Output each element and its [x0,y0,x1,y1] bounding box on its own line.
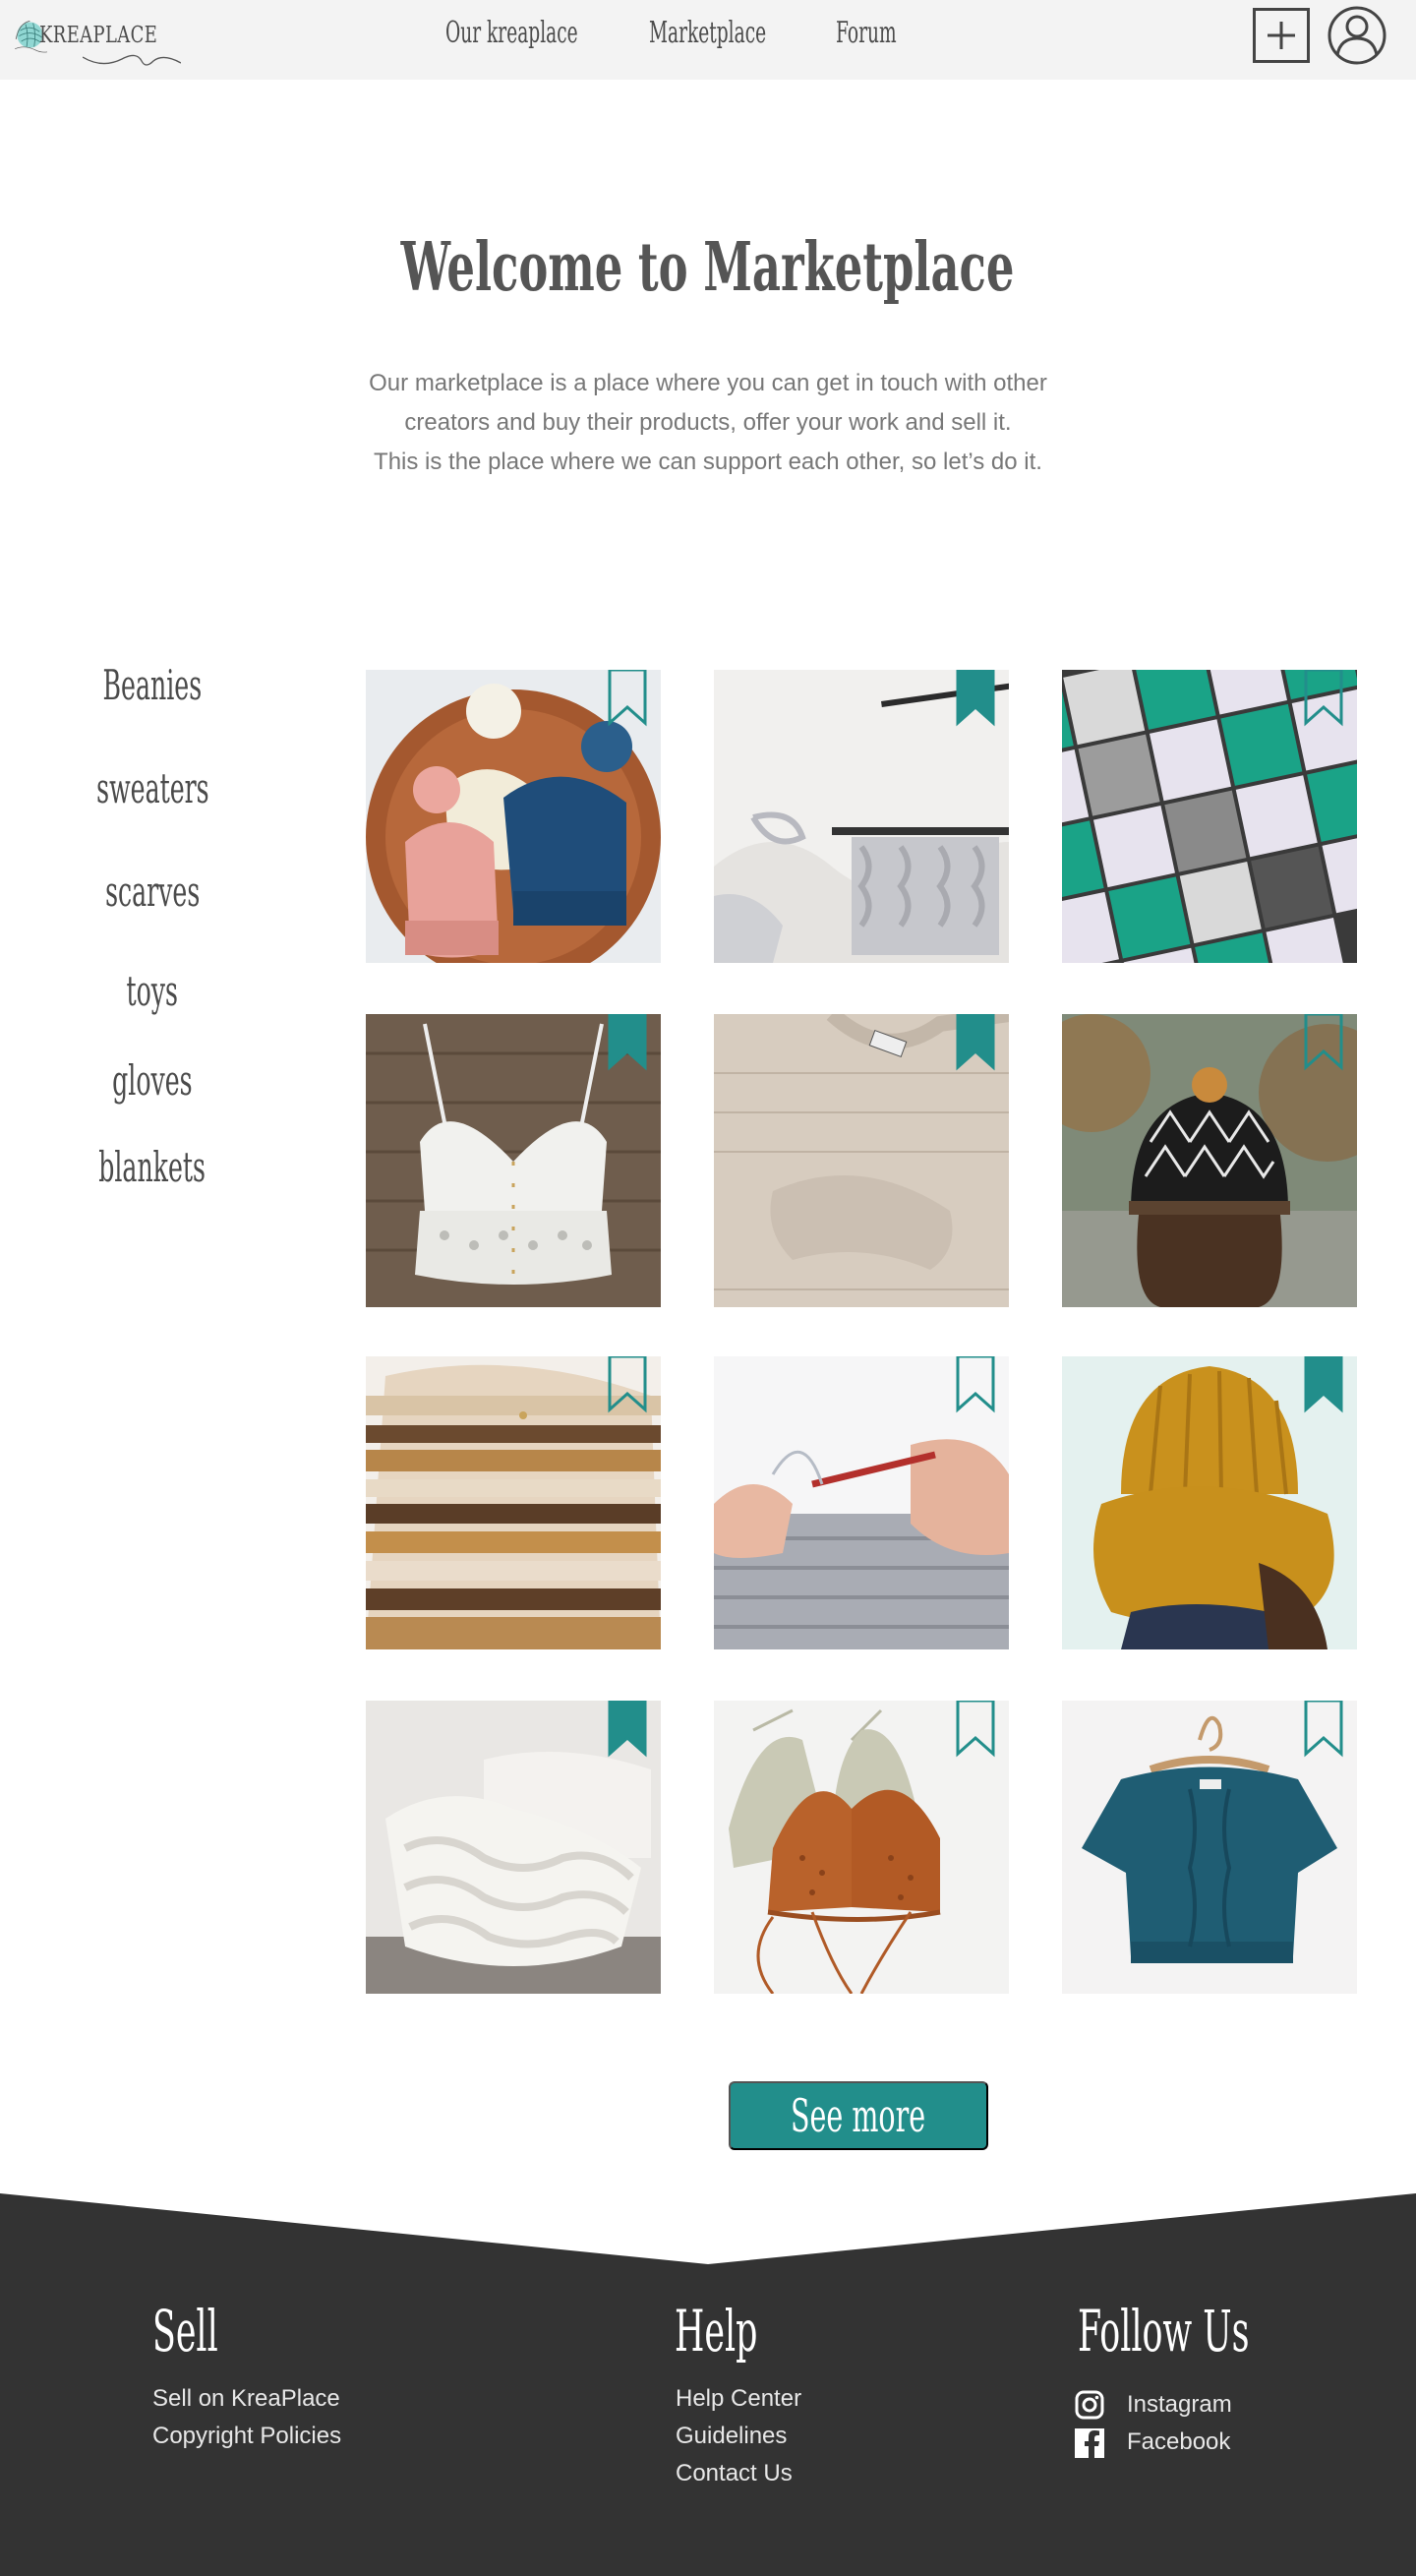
hero-line: creators and buy their products, offer y… [404,409,1012,436]
product-card[interactable] [714,1356,1009,1649]
category-toys[interactable]: toys [59,967,246,1015]
bookmark-icon[interactable] [1304,1701,1343,1758]
bookmark-icon[interactable] [608,1701,647,1758]
footer-link-sell-on-kreaplace[interactable]: Sell on KreaPlace [152,2385,340,2413]
footer-heading-sell: Sell [152,2298,218,2365]
facebook-icon[interactable] [1075,2428,1104,2458]
bookmark-icon[interactable] [956,1014,995,1071]
product-card[interactable] [366,1701,661,1994]
product-card[interactable] [714,1014,1009,1307]
footer-link-instagram[interactable]: Instagram [1127,2391,1232,2419]
product-card[interactable] [1062,670,1357,963]
footer-link-copyright-policies[interactable]: Copyright Policies [152,2423,341,2450]
bookmark-icon[interactable] [608,1014,647,1071]
footer-link-facebook[interactable]: Facebook [1127,2428,1230,2456]
product-card[interactable] [1062,1356,1357,1649]
nav-our-kreaplace[interactable]: Our kreaplace [445,16,578,50]
bookmark-icon[interactable] [956,1356,995,1413]
instagram-icon[interactable] [1075,2390,1104,2420]
nav-marketplace[interactable]: Marketplace [649,16,766,50]
bookmark-icon[interactable] [1304,1014,1343,1071]
category-gloves[interactable]: gloves [59,1056,246,1105]
category-blankets[interactable]: blankets [59,1143,246,1191]
product-card[interactable] [1062,1701,1357,1994]
nav-forum[interactable]: Forum [836,16,897,50]
bookmark-icon[interactable] [608,670,647,727]
category-scarves[interactable]: scarves [59,868,246,916]
see-more-button[interactable]: See more [729,2081,988,2150]
product-card[interactable] [714,1701,1009,1994]
footer-link-contact-us[interactable]: Contact Us [676,2460,793,2487]
page-title: Welcome to Marketplace [401,228,1015,307]
bookmark-icon[interactable] [608,1356,647,1413]
top-header: KREAPLACE Our kreaplace Marketplace Foru… [0,0,1416,80]
product-card[interactable] [714,670,1009,963]
product-card[interactable] [366,1356,661,1649]
footer-heading-help: Help [675,2298,758,2365]
add-listing-button[interactable] [1253,8,1310,63]
bookmark-icon[interactable] [1304,670,1343,727]
plus-icon [1268,22,1295,49]
user-icon [1328,6,1386,65]
hero-line: This is the place where we can support e… [374,449,1042,475]
logo[interactable]: KREAPLACE [14,0,191,69]
bookmark-icon[interactable] [956,670,995,727]
logo-thread-icon [83,54,181,66]
hero-line: Our marketplace is a place where you can… [369,370,1047,396]
category-beanies[interactable]: Beanies [59,661,246,709]
bookmark-icon[interactable] [956,1701,995,1758]
footer-link-help-center[interactable]: Help Center [676,2385,801,2413]
bookmark-icon[interactable] [1304,1356,1343,1413]
product-card[interactable] [1062,1014,1357,1307]
product-card[interactable] [366,670,661,963]
profile-button[interactable] [1327,5,1387,66]
hero-description: Our marketplace is a place where you can… [364,364,1052,482]
product-card[interactable] [366,1014,661,1307]
footer-link-guidelines[interactable]: Guidelines [676,2423,787,2450]
category-sweaters[interactable]: sweaters [59,764,246,812]
footer-heading-follow-us: Follow Us [1078,2298,1250,2365]
